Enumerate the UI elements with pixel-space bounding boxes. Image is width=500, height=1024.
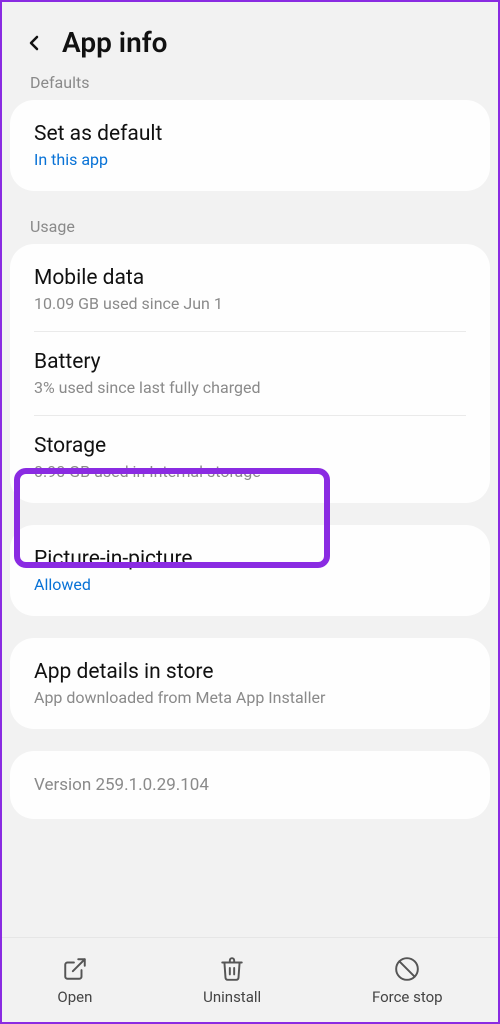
back-button[interactable] — [22, 31, 46, 55]
section-label-usage: Usage — [2, 213, 498, 244]
card-version: Version 259.1.0.29.104 — [10, 751, 490, 819]
scroll-content: Defaults Set as default In this app Usag… — [2, 75, 498, 1005]
open-icon — [62, 956, 88, 982]
section-label-defaults: Defaults — [2, 75, 498, 100]
row-app-details-store[interactable]: App details in store App downloaded from… — [10, 642, 490, 725]
row-sub: App downloaded from Meta App Installer — [34, 688, 466, 707]
row-title: Set as default — [34, 122, 466, 146]
uninstall-button[interactable]: Uninstall — [203, 956, 261, 1006]
row-set-as-default[interactable]: Set as default In this app — [10, 104, 490, 187]
card-usage: Mobile data 10.09 GB used since Jun 1 Ba… — [10, 244, 490, 503]
card-pip: Picture-in-picture Allowed — [10, 525, 490, 616]
bottom-bar: Open Uninstall Force stop — [2, 937, 498, 1022]
row-battery[interactable]: Battery 3% used since last fully charged — [10, 332, 490, 415]
row-title: App details in store — [34, 660, 466, 684]
row-sub: 3% used since last fully charged — [34, 378, 466, 397]
row-title: Mobile data — [34, 266, 466, 290]
row-sub: 10.09 GB used since Jun 1 — [34, 294, 466, 313]
button-label: Uninstall — [203, 988, 261, 1006]
row-sub: 0.90 GB used in Internal storage — [34, 462, 466, 481]
page-title: App info — [62, 26, 168, 59]
row-picture-in-picture[interactable]: Picture-in-picture Allowed — [10, 529, 490, 612]
card-store: App details in store App downloaded from… — [10, 638, 490, 729]
row-link: In this app — [34, 150, 466, 169]
card-defaults: Set as default In this app — [10, 100, 490, 191]
row-link: Allowed — [34, 575, 466, 594]
row-title: Storage — [34, 434, 466, 458]
button-label: Open — [57, 988, 92, 1006]
row-title: Battery — [34, 350, 466, 374]
row-mobile-data[interactable]: Mobile data 10.09 GB used since Jun 1 — [10, 248, 490, 331]
chevron-left-icon — [22, 31, 46, 55]
row-storage[interactable]: Storage 0.90 GB used in Internal storage — [10, 416, 490, 499]
version-text: Version 259.1.0.29.104 — [10, 755, 490, 815]
stop-icon — [394, 956, 420, 982]
row-title: Picture-in-picture — [34, 547, 466, 571]
open-button[interactable]: Open — [57, 956, 92, 1006]
button-label: Force stop — [372, 988, 443, 1006]
trash-icon — [219, 956, 245, 982]
header: App info — [2, 2, 498, 75]
force-stop-button[interactable]: Force stop — [372, 956, 443, 1006]
